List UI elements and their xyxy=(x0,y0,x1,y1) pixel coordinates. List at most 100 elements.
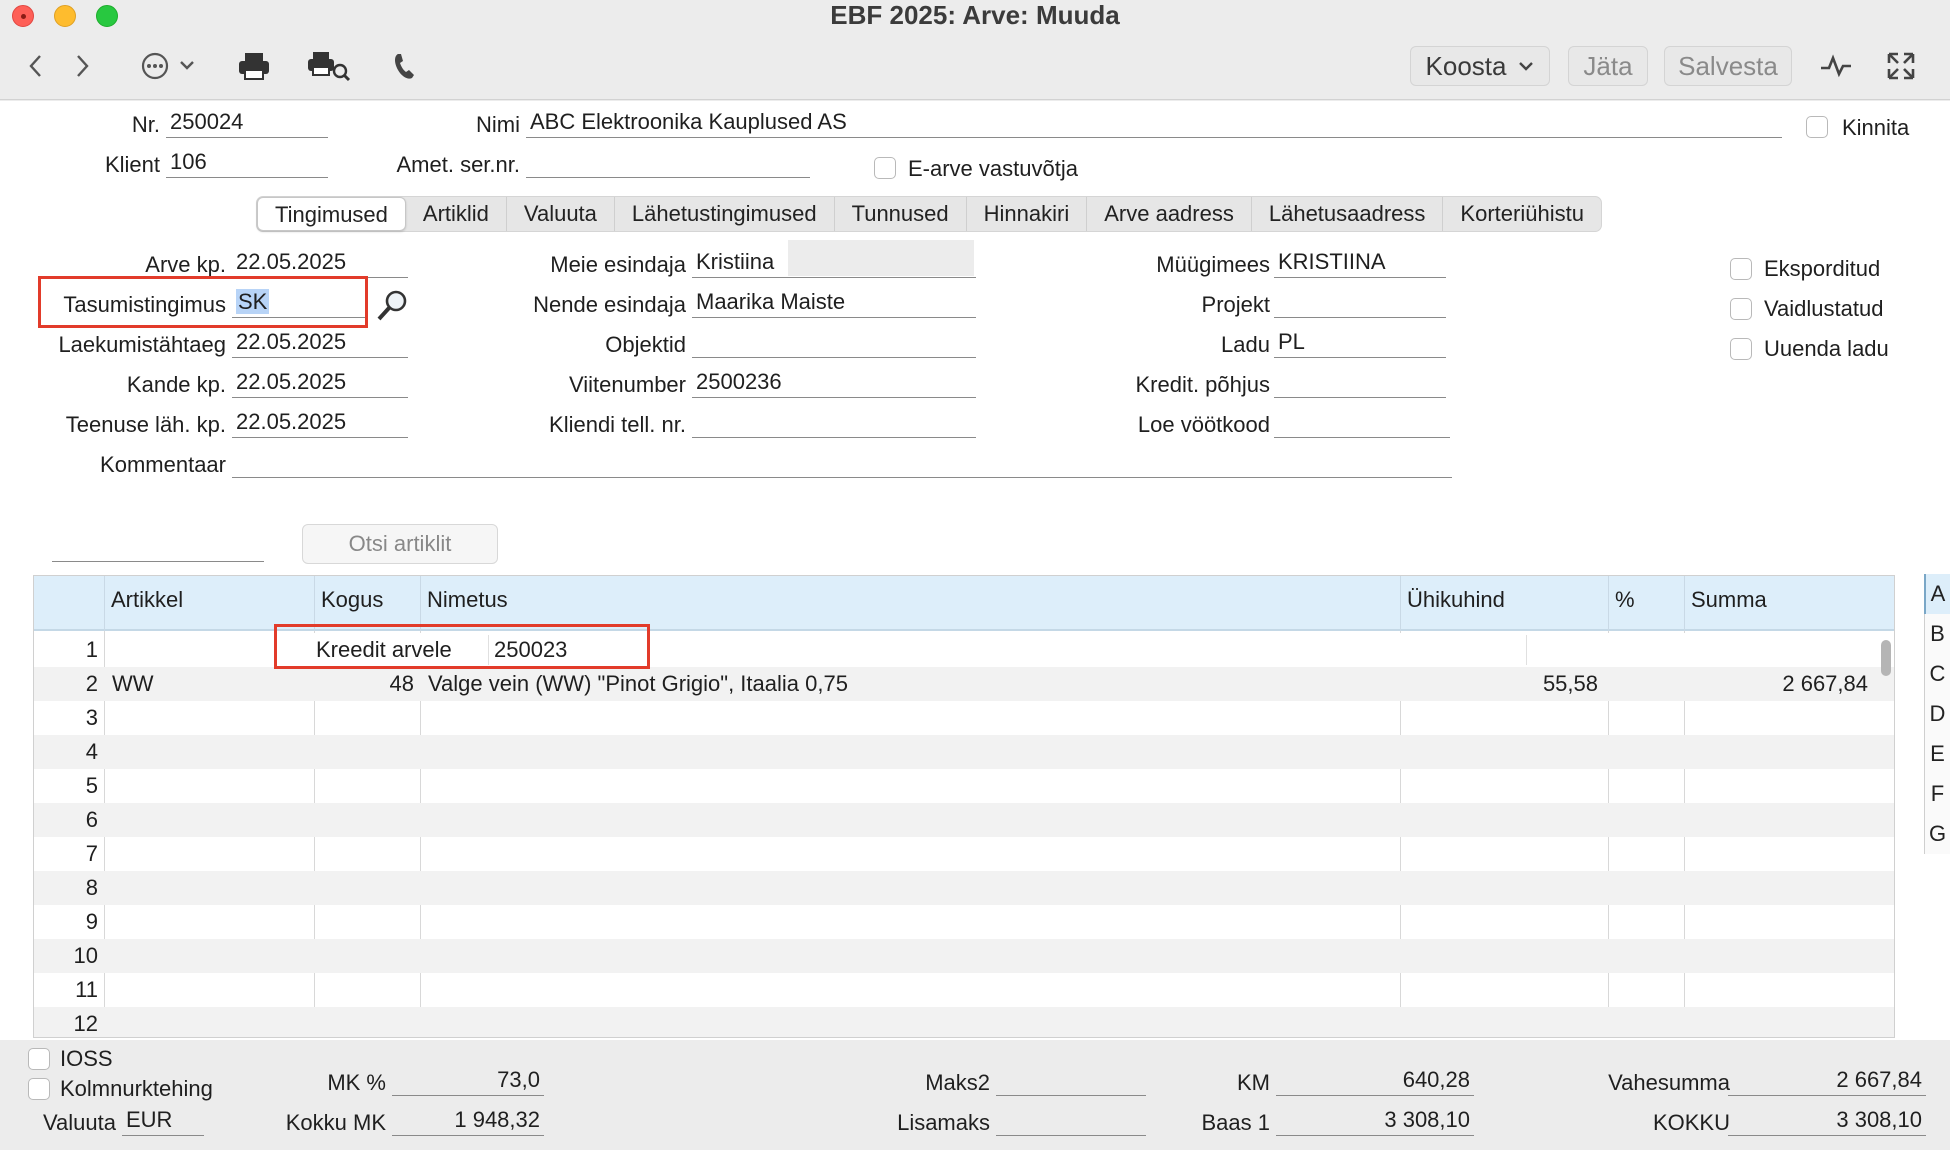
back-icon[interactable] xyxy=(20,48,50,84)
lookup-search-icon[interactable] xyxy=(376,288,410,327)
objektid-field[interactable] xyxy=(692,328,976,358)
viitenumber-field[interactable]: 2500236 xyxy=(692,368,976,398)
col-summa-header[interactable]: Summa xyxy=(1684,576,1878,631)
teenuse-lah-kp-field[interactable]: 22.05.2025 xyxy=(232,408,408,438)
table-row[interactable]: 2 WW 48 Valge vein (WW) "Pinot Grigio", … xyxy=(34,667,1894,701)
nimi-label: Nimi xyxy=(476,112,520,137)
table-row[interactable]: 7 xyxy=(34,837,1894,871)
table-row[interactable]: 6 xyxy=(34,803,1894,837)
table-row[interactable]: 12 xyxy=(34,1007,1894,1037)
ladu-label: Ladu xyxy=(1221,332,1270,357)
jata-button[interactable]: Jäta xyxy=(1568,46,1648,86)
article-search-field[interactable] xyxy=(52,532,264,562)
tab-valuuta[interactable]: Valuuta xyxy=(507,197,615,231)
eksporditud-checkbox[interactable] xyxy=(1730,258,1752,280)
row-number: 1 xyxy=(85,637,98,662)
tab-tingimused[interactable]: Tingimused xyxy=(257,197,406,231)
valuuta-field[interactable]: EUR xyxy=(122,1106,204,1136)
kommentaar-field[interactable] xyxy=(232,448,1452,478)
nimi-field[interactable]: ABC Elektroonika Kauplused AS xyxy=(526,108,1782,138)
baas1-field: 3 308,10 xyxy=(1276,1106,1474,1136)
kokku-mk-field: 1 948,32 xyxy=(392,1106,544,1136)
nr-field[interactable]: 250024 xyxy=(166,108,328,138)
tab-hinnakiri[interactable]: Hinnakiri xyxy=(967,197,1088,231)
table-row[interactable]: 9 xyxy=(34,905,1894,939)
eksporditud-label: Eksporditud xyxy=(1764,256,1881,281)
koosta-dropdown[interactable]: Koosta xyxy=(1410,46,1550,86)
arve-kp-field[interactable]: 22.05.2025 xyxy=(232,248,408,278)
row-number: 5 xyxy=(85,773,98,798)
ioss-checkbox[interactable] xyxy=(28,1048,50,1070)
kommentaar-label: Kommentaar xyxy=(100,452,226,477)
vaidlustatud-label: Vaidlustatud xyxy=(1764,296,1884,321)
more-actions-icon[interactable] xyxy=(138,48,200,84)
kogus-cell[interactable]: 48 xyxy=(314,667,414,701)
tab-tunnused[interactable]: Tunnused xyxy=(835,197,967,231)
table-row[interactable]: 5 xyxy=(34,769,1894,803)
col-nimetus-header[interactable]: Nimetus xyxy=(420,576,1400,631)
row-number: 4 xyxy=(85,739,98,764)
tab-lahetusaadress[interactable]: Lähetusaadress xyxy=(1252,197,1444,231)
activity-icon[interactable] xyxy=(1818,48,1854,84)
kinnita-checkbox[interactable] xyxy=(1806,116,1828,138)
table-row[interactable]: 11 xyxy=(34,973,1894,1007)
table-row[interactable]: 10 xyxy=(34,939,1894,973)
fullscreen-icon[interactable] xyxy=(1886,48,1916,84)
table-row[interactable]: 4 xyxy=(34,735,1894,769)
otsi-artiklit-button[interactable]: Otsi artiklit xyxy=(302,524,498,564)
print-preview-icon[interactable] xyxy=(306,48,352,84)
meie-esindaja-label: Meie esindaja xyxy=(550,252,686,277)
print-icon[interactable] xyxy=(236,48,272,84)
table-row[interactable]: 8 xyxy=(34,871,1894,905)
tab-korteriuhistu[interactable]: Korteriühistu xyxy=(1443,197,1601,231)
klient-field[interactable]: 106 xyxy=(166,148,328,178)
table-row[interactable]: 3 xyxy=(34,701,1894,735)
meie-esindaja-name-box xyxy=(788,240,974,276)
group-g-tab[interactable]: G xyxy=(1924,814,1950,854)
group-d-tab[interactable]: D xyxy=(1924,694,1950,734)
group-a-tab[interactable]: A xyxy=(1924,574,1950,614)
nimetus-cell[interactable]: Valge vein (WW) "Pinot Grigio", Itaalia … xyxy=(428,667,1396,701)
laekumistahtaeg-label: Laekumistähtaeg xyxy=(58,332,226,357)
kolmnurktehing-checkbox[interactable] xyxy=(28,1078,50,1100)
loe-vootkood-field[interactable] xyxy=(1274,408,1450,438)
col-percent-header[interactable]: % xyxy=(1608,576,1684,631)
maks2-label: Maks2 xyxy=(925,1070,990,1095)
amet-ser-field[interactable] xyxy=(526,148,810,178)
row-number: 11 xyxy=(75,977,98,1002)
cell-divider xyxy=(1526,635,1527,665)
projekt-field[interactable] xyxy=(1274,288,1446,318)
forward-icon[interactable] xyxy=(68,48,98,84)
lisamaks-field xyxy=(996,1106,1146,1136)
scroll-thumb[interactable] xyxy=(1881,640,1891,676)
nende-esindaja-label: Nende esindaja xyxy=(533,292,686,317)
uuenda-ladu-checkbox[interactable] xyxy=(1730,338,1752,360)
uhikuhind-cell[interactable]: 55,58 xyxy=(1400,667,1598,701)
e-arve-checkbox[interactable] xyxy=(874,157,896,179)
col-kogus-header[interactable]: Kogus xyxy=(314,576,420,631)
tab-arve-aadress[interactable]: Arve aadress xyxy=(1087,197,1252,231)
salvesta-button[interactable]: Salvesta xyxy=(1664,46,1792,86)
artikkel-cell[interactable]: WW xyxy=(112,667,312,701)
summa-cell[interactable]: 2 667,84 xyxy=(1684,667,1868,701)
kande-kp-field[interactable]: 22.05.2025 xyxy=(232,368,408,398)
group-f-tab[interactable]: F xyxy=(1924,774,1950,814)
ladu-field[interactable]: PL xyxy=(1274,328,1446,358)
col-artikkel-header[interactable]: Artikkel xyxy=(104,576,314,631)
kredit-pohjus-field[interactable] xyxy=(1274,368,1446,398)
col-uhikuhind-header[interactable]: Ühikuhind xyxy=(1400,576,1608,631)
group-e-tab[interactable]: E xyxy=(1924,734,1950,774)
group-c-tab[interactable]: C xyxy=(1924,654,1950,694)
teenuse-lah-kp-label: Teenuse läh. kp. xyxy=(65,412,226,437)
koosta-label: Koosta xyxy=(1425,50,1507,81)
tab-lahetustingimused[interactable]: Lähetustingimused xyxy=(615,197,835,231)
grid-scrollbar[interactable] xyxy=(1880,636,1892,1036)
vaidlustatud-checkbox[interactable] xyxy=(1730,298,1752,320)
laekumistahtaeg-field[interactable]: 22.05.2025 xyxy=(232,328,408,358)
kliendi-tell-nr-field[interactable] xyxy=(692,408,976,438)
nende-esindaja-field[interactable]: Maarika Maiste xyxy=(692,288,976,318)
tab-artiklid[interactable]: Artiklid xyxy=(406,197,507,231)
muugimees-field[interactable]: KRISTIINA xyxy=(1274,248,1446,278)
group-b-tab[interactable]: B xyxy=(1924,614,1950,654)
phone-icon[interactable] xyxy=(390,48,420,84)
